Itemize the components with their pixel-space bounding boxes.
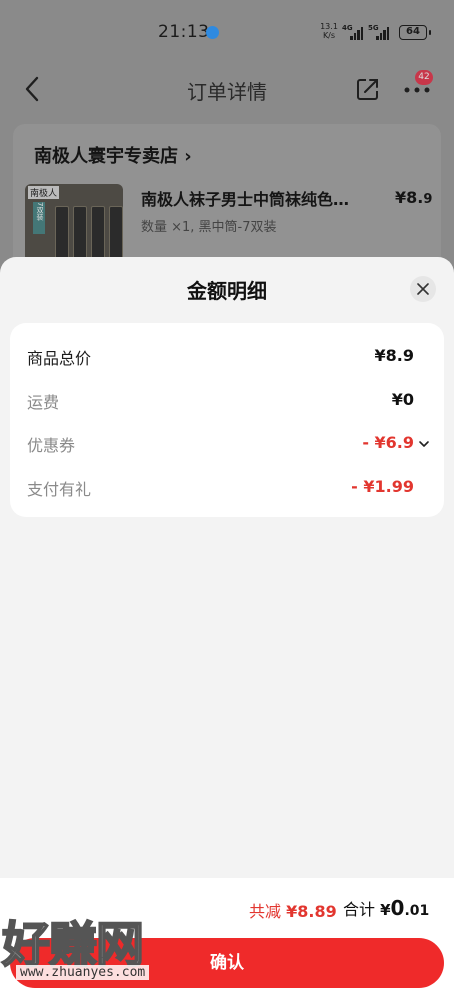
row-label: 商品总价 — [27, 349, 92, 368]
signal-5g-icon: 5G — [368, 24, 392, 40]
watermark-url: www.zhuanyes.com — [16, 965, 150, 980]
watermark: 好赚网 www.zhuanyes.com — [1, 905, 202, 1000]
saved-amount: 共减 ¥8.89 — [249, 902, 337, 921]
row-shipping: 运费 ¥0 — [10, 387, 444, 417]
row-label: 支付有礼 — [27, 480, 92, 499]
product-price: ¥8.9 — [395, 188, 433, 207]
row-value: - ¥6.9 — [362, 433, 414, 452]
row-value: ¥0 — [391, 390, 414, 409]
nav-bar: 订单详情 42 — [0, 62, 454, 116]
notification-badge: 42 — [415, 70, 433, 85]
status-indicators: 13.1 K/s 4G 5G 64 — [320, 22, 432, 44]
chevron-down-icon[interactable] — [418, 439, 430, 449]
thumb-tag: 7双装 — [33, 202, 45, 234]
network-speed: 13.1 K/s — [320, 22, 338, 40]
row-payment-gift: 支付有礼 - ¥1.99 — [10, 474, 444, 504]
shop-card: 南极人寰宇专卖店 › 南极人 7双装 南极人袜子男士中筒袜纯色… ¥8.9 数量… — [13, 124, 441, 274]
sheet-title: 金额明细 — [187, 279, 267, 303]
thumb-brand: 南极人 — [28, 186, 60, 199]
share-icon[interactable] — [355, 76, 381, 102]
status-time: 21:13 — [158, 22, 210, 42]
row-value: - ¥1.99 — [351, 477, 414, 496]
status-bar: 21:13 13.1 K/s 4G 5G 64 — [0, 18, 454, 48]
row-label: 优惠券 — [27, 436, 76, 455]
row-goods-total: 商品总价 ¥8.9 — [10, 343, 444, 373]
row-value: ¥8.9 — [374, 346, 414, 365]
row-label: 运费 — [27, 393, 60, 412]
more-icon[interactable] — [403, 84, 431, 96]
message-notification-icon — [206, 26, 219, 39]
row-coupon[interactable]: 优惠券 - ¥6.9 — [10, 430, 444, 460]
close-icon — [417, 283, 429, 295]
total-amount: 合计 ¥0.01 — [343, 896, 430, 920]
shop-name-link[interactable]: 南极人寰宇专卖店 › — [34, 142, 192, 168]
product-name[interactable]: 南极人袜子男士中筒袜纯色… — [141, 186, 371, 210]
amount-detail-card: 商品总价 ¥8.9 运费 ¥0 优惠券 - ¥6.9 支付有礼 - ¥1.99 — [10, 323, 444, 517]
page-title: 订单详情 — [187, 80, 267, 104]
battery-icon: 64 — [399, 25, 431, 40]
close-button[interactable] — [410, 276, 436, 302]
product-spec: 数量 ×1, 黑中筒-7双装 — [141, 220, 277, 235]
chevron-right-icon: › — [178, 146, 192, 167]
signal-4g-icon: 4G — [342, 24, 366, 40]
